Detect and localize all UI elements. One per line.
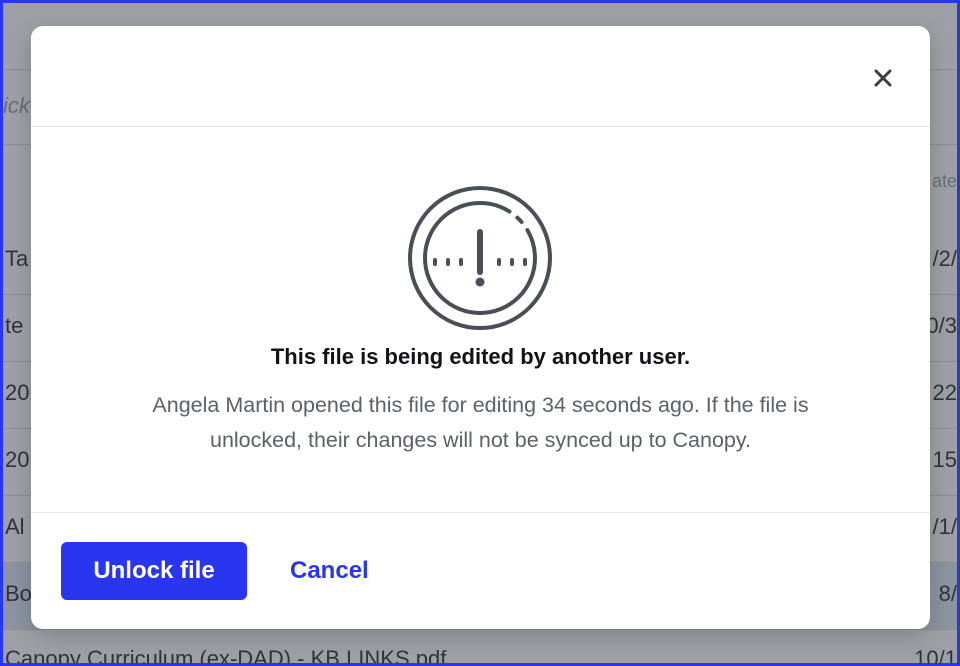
- file-locked-dialog: This file is being edited by another use…: [31, 26, 930, 629]
- dialog-title: This file is being edited by another use…: [270, 344, 691, 369]
- dialog-body: This file is being edited by another use…: [31, 128, 930, 512]
- dialog-message: Angela Martin opened this file for editi…: [152, 393, 809, 452]
- close-button[interactable]: [869, 64, 897, 92]
- exclamation-gauge-icon: [408, 186, 552, 330]
- unlock-file-button[interactable]: Unlock file: [61, 542, 247, 600]
- close-icon: [874, 69, 892, 87]
- dialog-header: [31, 26, 930, 127]
- cancel-button[interactable]: Cancel: [290, 542, 369, 600]
- dialog-footer: Unlock file Cancel: [31, 512, 930, 629]
- app-frame: ick ate Ta /2/ te 0/3 20 22 20 15 Al /1/…: [3, 3, 957, 663]
